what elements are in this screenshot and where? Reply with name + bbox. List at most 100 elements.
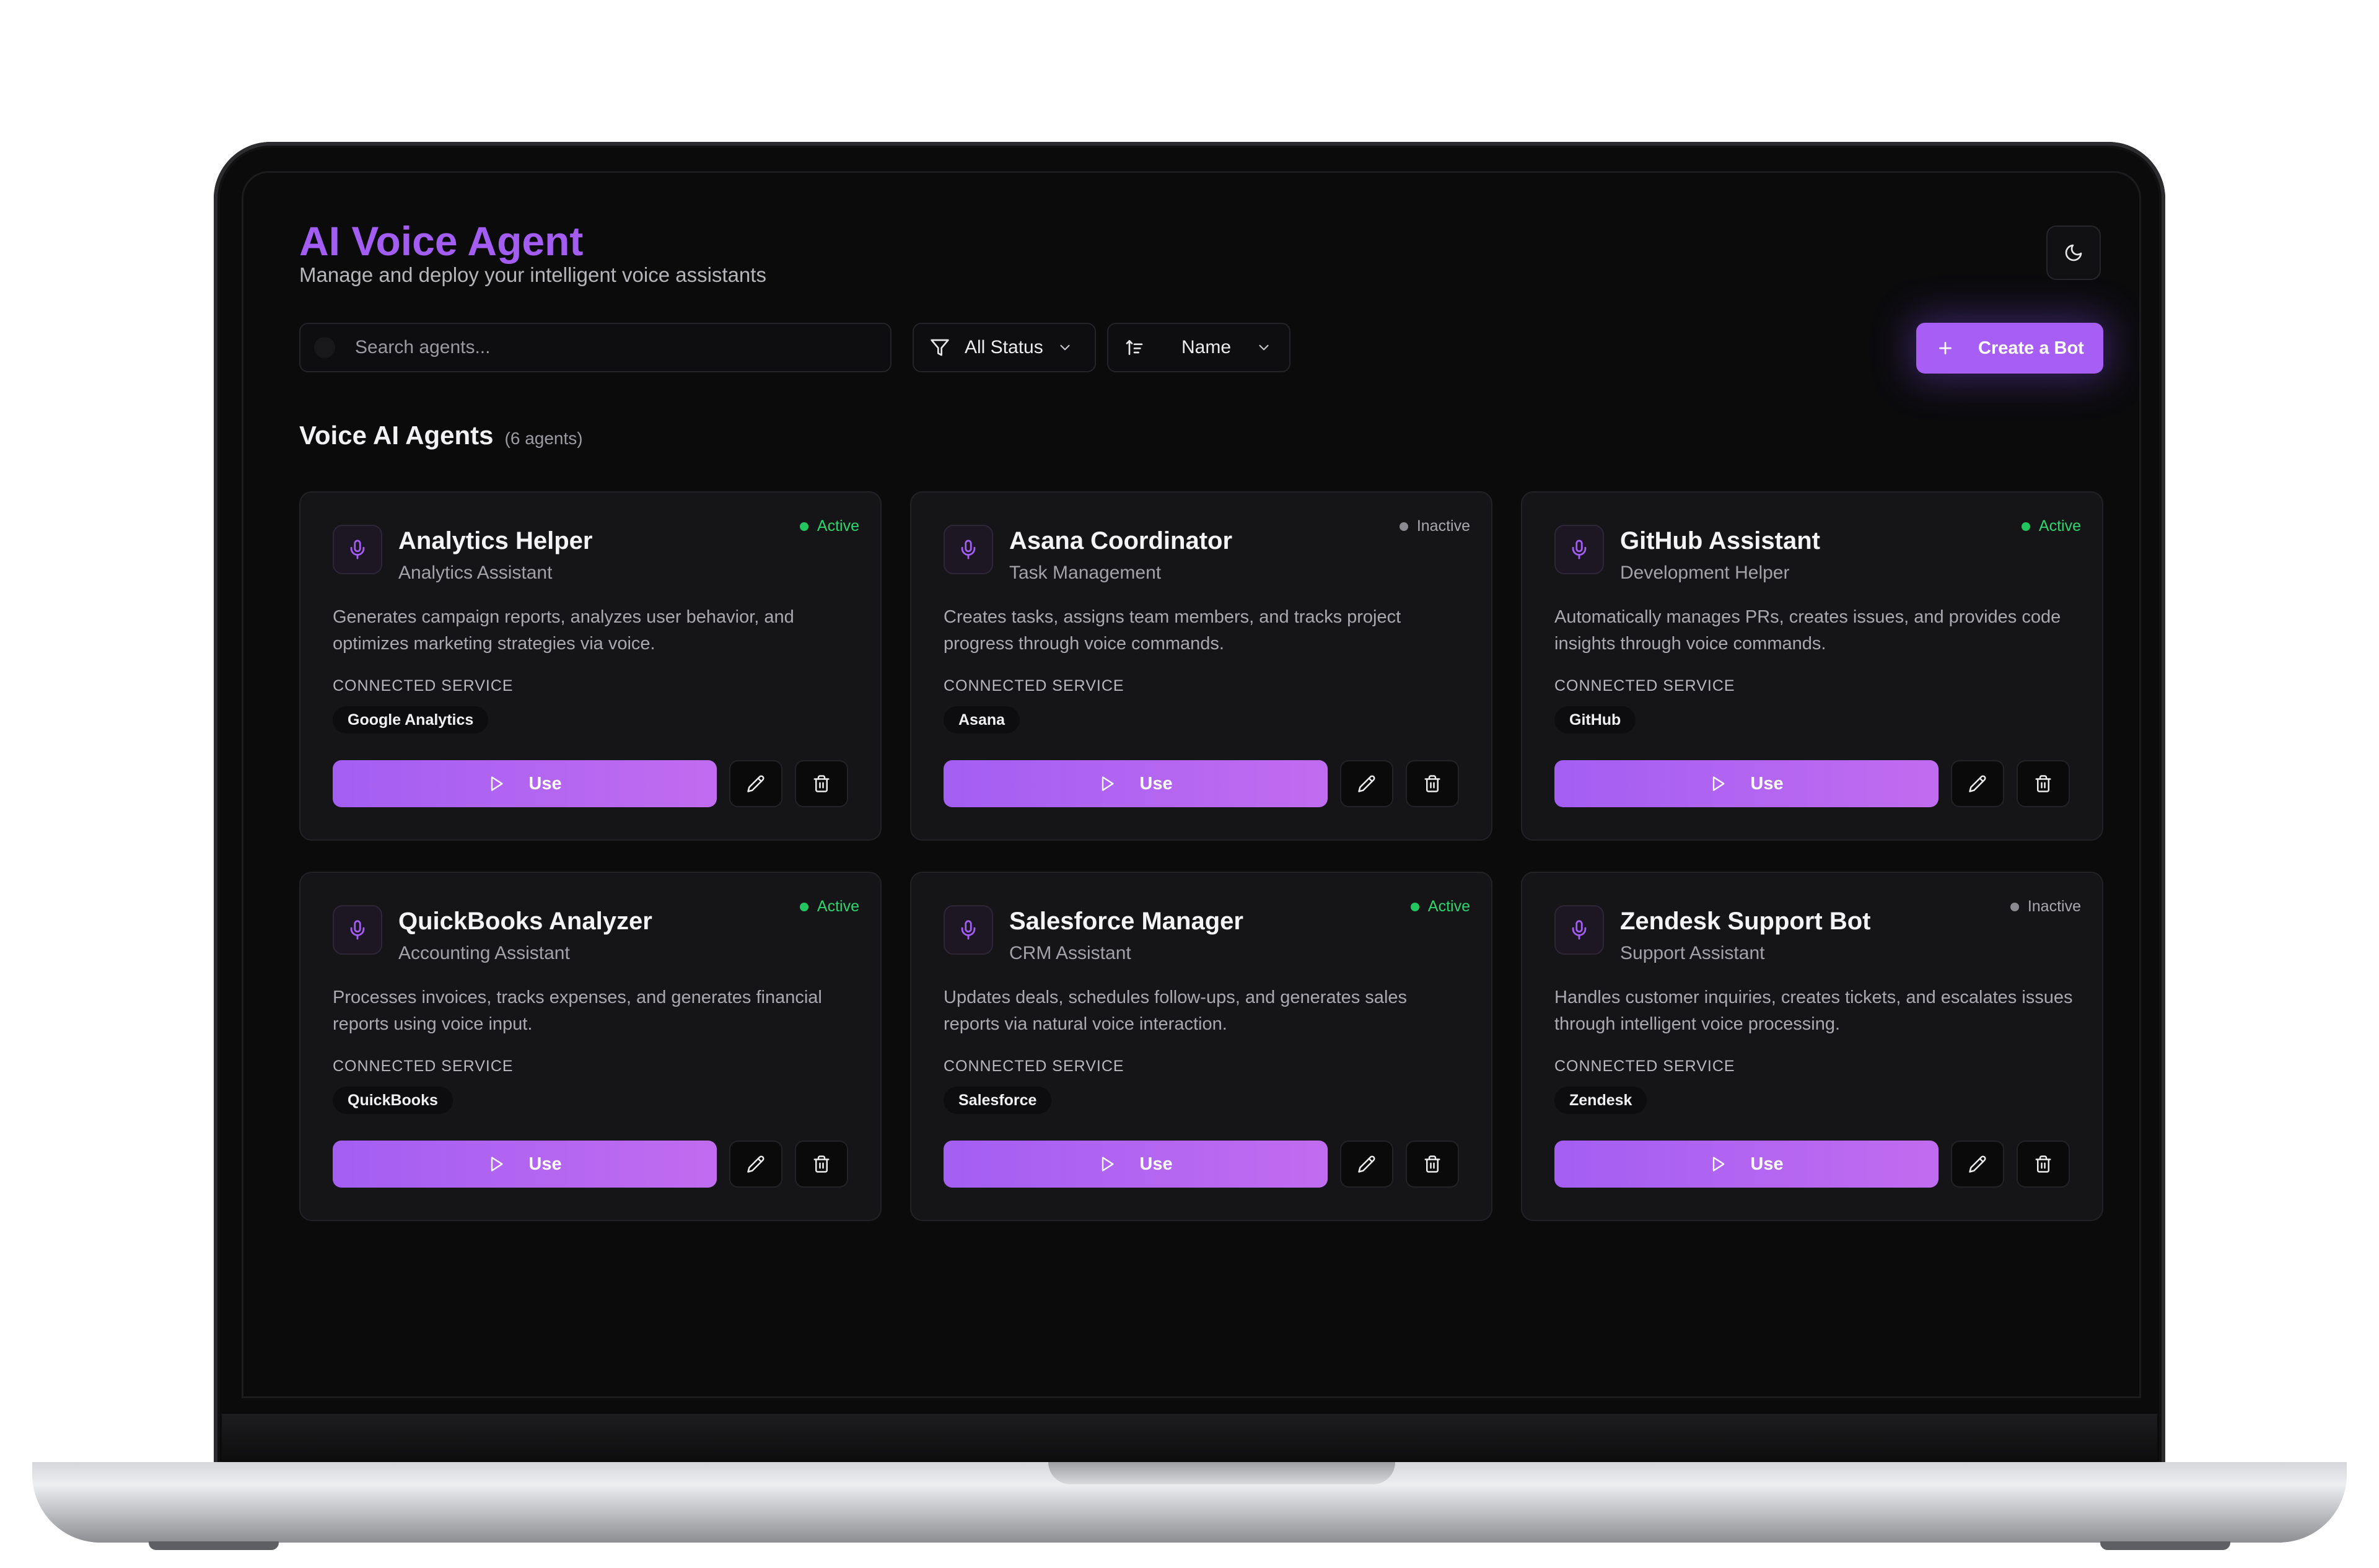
sort-value: Name (1181, 337, 1232, 357)
moon-icon (2065, 244, 2082, 261)
microphone-icon (961, 540, 976, 559)
trash-icon (2035, 1155, 2051, 1173)
agent-card: QuickBooks Analyzer Accounting Assistant… (299, 872, 882, 1221)
agent-description: Generates campaign reports, analyzes use… (333, 607, 794, 654)
delete-agent-button[interactable] (795, 1141, 848, 1188)
edit-agent-button[interactable] (1340, 1141, 1393, 1188)
agent-card: Analytics Helper Analytics Assistant Act… (299, 491, 882, 841)
agent-name: Asana Coordinator (1009, 527, 1233, 554)
agent-description: Automatically manages PRs, creates issue… (1554, 607, 2061, 654)
use-agent-button[interactable]: Use (944, 1141, 1328, 1188)
search-input[interactable] (354, 336, 889, 359)
use-label: Use (1139, 773, 1173, 794)
microphone-icon (350, 920, 365, 940)
use-agent-button[interactable]: Use (333, 760, 717, 807)
agent-card: Zendesk Support Bot Support Assistant In… (1521, 872, 2103, 1221)
agent-avatar (944, 525, 993, 574)
agent-name: Zendesk Support Bot (1620, 908, 1871, 935)
sort-select[interactable]: Name (1107, 323, 1290, 372)
status-badge: Active (799, 517, 859, 535)
agent-avatar (944, 905, 993, 955)
create-bot-button[interactable]: Create a Bot (1916, 323, 2103, 374)
create-bot-label: Create a Bot (1978, 338, 2084, 358)
play-icon (491, 1157, 503, 1172)
microphone-icon (350, 540, 365, 559)
edit-agent-button[interactable] (1951, 760, 2004, 807)
connected-service-label: CONNECTED SERVICE (1554, 677, 1735, 694)
agent-count: (6 agents) (504, 429, 583, 448)
microphone-icon (961, 920, 976, 940)
status-text: Inactive (1416, 517, 1470, 535)
theme-toggle-button[interactable] (2046, 226, 2101, 280)
use-label: Use (528, 1154, 562, 1174)
connected-service-label: CONNECTED SERVICE (944, 677, 1124, 694)
microphone-icon (1572, 540, 1587, 559)
agent-avatar (1554, 525, 1604, 574)
status-badge: Active (2021, 517, 2081, 535)
agent-description: Handles customer inquiries, creates tick… (1554, 988, 2073, 1034)
laptop-hinge (222, 1414, 2157, 1465)
status-badge: Inactive (1399, 517, 1470, 535)
pencil-icon (1969, 775, 1986, 792)
laptop-foot-right (2100, 1541, 2230, 1550)
status-badge: Active (1410, 898, 1470, 916)
service-chip: Asana (944, 706, 1020, 734)
status-text: Active (2038, 517, 2081, 535)
voice-agent-app: AI Voice Agent Manage and deploy your in… (243, 173, 2139, 1396)
status-dot (2010, 902, 2019, 911)
use-agent-button[interactable]: Use (1554, 760, 1939, 807)
agent-role: Task Management (1009, 563, 1162, 583)
status-dot (2021, 522, 2030, 531)
laptop-screen: AI Voice Agent Manage and deploy your in… (242, 171, 2141, 1398)
agent-avatar (333, 525, 382, 574)
trash-icon (1424, 1155, 1440, 1173)
delete-agent-button[interactable] (2017, 760, 2070, 807)
agent-avatar (1554, 905, 1604, 955)
trash-icon (2035, 775, 2051, 792)
status-dot (799, 902, 808, 911)
delete-agent-button[interactable] (1406, 760, 1459, 807)
connected-service-label: CONNECTED SERVICE (333, 677, 514, 694)
service-chip: Zendesk (1554, 1087, 1647, 1114)
search-box[interactable] (299, 323, 892, 372)
agent-role: Analytics Assistant (398, 563, 553, 583)
agent-role: CRM Assistant (1009, 943, 1131, 963)
agent-description: Updates deals, schedules follow-ups, and… (944, 988, 1408, 1034)
agent-name: Salesforce Manager (1009, 908, 1243, 935)
status-text: Active (817, 517, 859, 535)
agent-name: QuickBooks Analyzer (398, 908, 652, 935)
use-agent-button[interactable]: Use (1554, 1141, 1939, 1188)
service-chip: QuickBooks (333, 1087, 453, 1114)
play-icon (1713, 1157, 1725, 1172)
edit-agent-button[interactable] (1951, 1141, 2004, 1188)
delete-agent-button[interactable] (1406, 1141, 1459, 1188)
delete-agent-button[interactable] (2017, 1141, 2070, 1188)
trash-icon (813, 1155, 830, 1173)
pencil-icon (747, 775, 765, 792)
trash-icon (1424, 775, 1440, 792)
status-badge: Active (799, 898, 859, 916)
search-icon (314, 337, 335, 358)
status-dot (799, 522, 808, 531)
chevron-down-icon (1060, 344, 1070, 351)
play-icon (1102, 776, 1114, 791)
edit-agent-button[interactable] (729, 760, 782, 807)
edit-agent-button[interactable] (1340, 760, 1393, 807)
laptop-foot-left (149, 1541, 279, 1550)
delete-agent-button[interactable] (795, 760, 848, 807)
edit-agent-button[interactable] (729, 1141, 782, 1188)
use-label: Use (528, 773, 562, 794)
status-filter-select[interactable]: All Status (913, 323, 1096, 372)
pencil-icon (747, 1155, 765, 1173)
plus-icon (1939, 341, 1952, 355)
trash-icon (813, 775, 830, 792)
use-label: Use (1750, 773, 1784, 794)
pencil-icon (1969, 1155, 1986, 1173)
status-text: Active (1427, 898, 1470, 915)
agent-description: Processes invoices, tracks expenses, and… (333, 988, 822, 1034)
service-chip: GitHub (1554, 706, 1636, 734)
use-agent-button[interactable]: Use (333, 1141, 717, 1188)
use-agent-button[interactable]: Use (944, 760, 1328, 807)
agent-card: GitHub Assistant Development Helper Acti… (1521, 491, 2103, 841)
pencil-icon (1358, 775, 1375, 792)
